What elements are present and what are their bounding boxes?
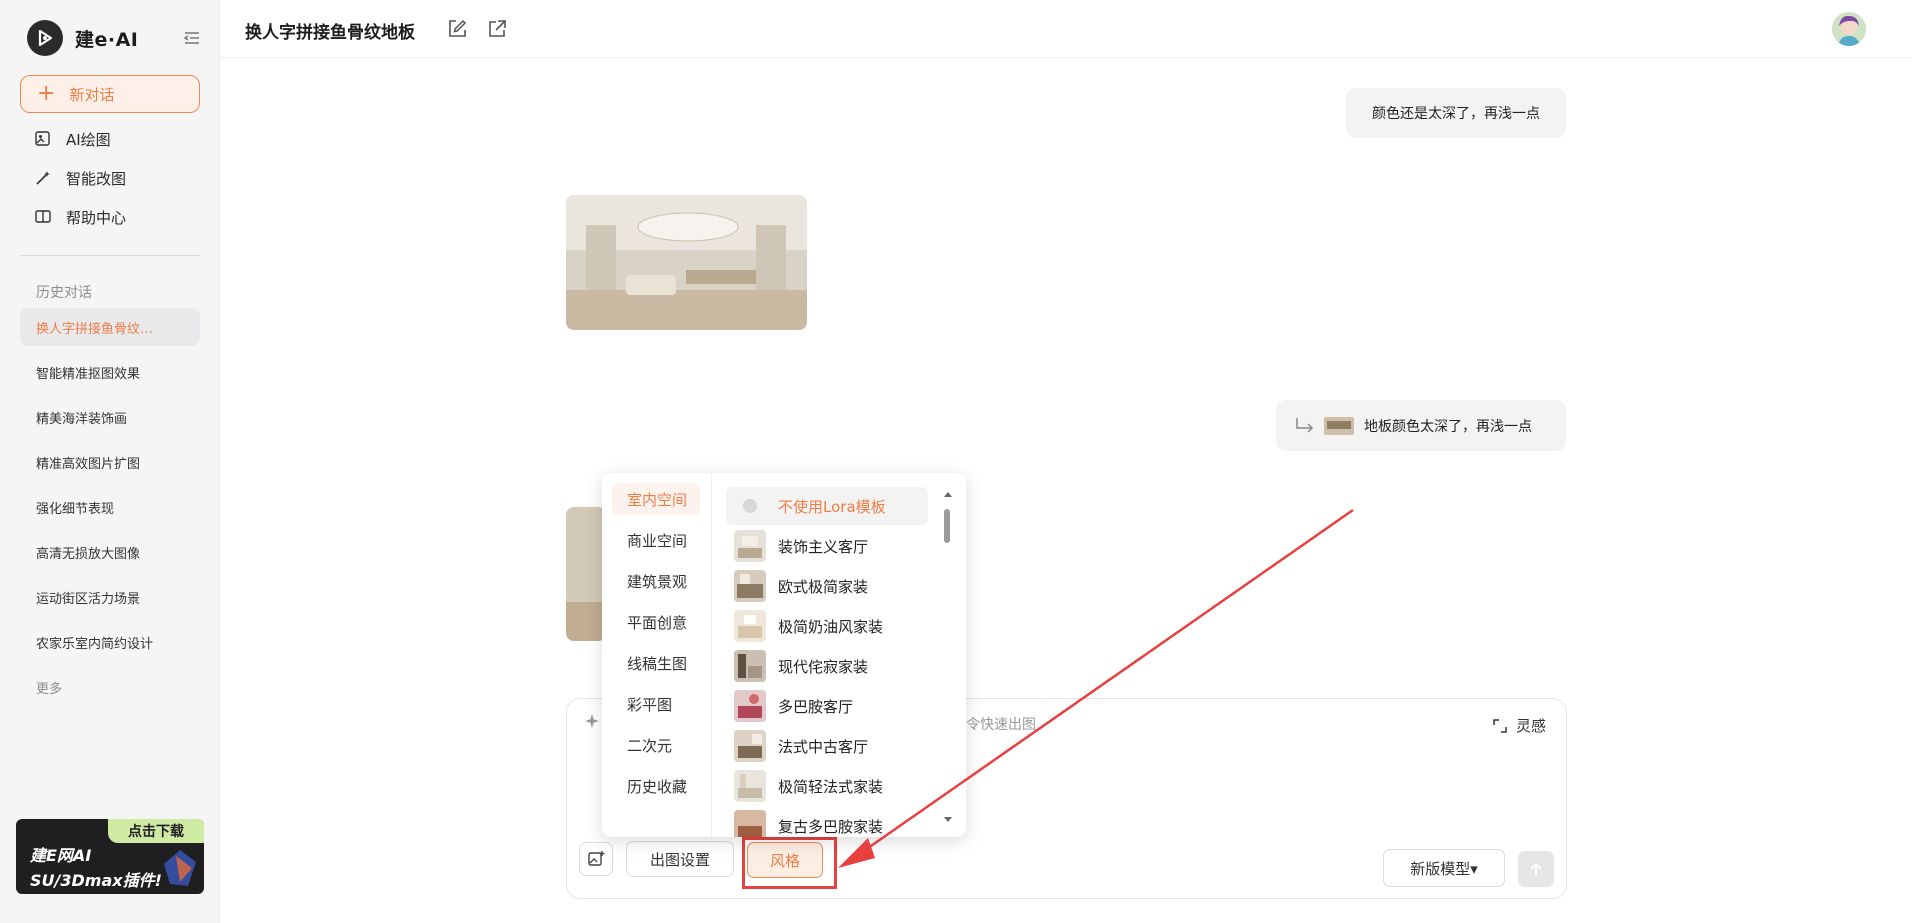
lora-option-none[interactable]: 不使用Lora模板 [726, 487, 928, 525]
nav-label: AI绘图 [66, 130, 111, 149]
lora-thumbnail [734, 810, 766, 837]
style-category-list: 室内空间 商业空间 建筑景观 平面创意 线稿生图 彩平图 二次元 历史收藏 [602, 473, 712, 837]
lora-thumbnail [734, 770, 766, 802]
nav-label: 帮助中心 [66, 208, 127, 227]
user-message-bubble: 颜色还是太深了，再浅一点 [1346, 88, 1566, 138]
lora-thumbnail [734, 730, 766, 762]
share-icon[interactable] [486, 18, 508, 40]
prompt-placeholder: 令快速出图 [966, 717, 1036, 733]
plugin-promo-banner[interactable]: 点击下载 建E网AI SU/3Dmax插件! [16, 819, 204, 894]
output-settings-button[interactable]: 出图设置 [626, 841, 734, 877]
promo-download-tag[interactable]: 点击下载 [108, 819, 204, 843]
nav-ai-image[interactable]: AI绘图 [34, 126, 111, 152]
lora-label: 极简轻法式家装 [778, 777, 884, 796]
new-chat-label: 新对话 [69, 85, 115, 104]
avatar-icon [1832, 12, 1866, 46]
plus-icon: + [37, 81, 56, 106]
history-more-link[interactable]: 更多 [36, 678, 62, 697]
generated-image[interactable] [566, 195, 807, 330]
style-category[interactable]: 历史收藏 [612, 770, 700, 802]
lora-option[interactable]: 现代侘寂家装 [726, 647, 928, 685]
lora-label: 装饰主义客厅 [778, 537, 869, 556]
lora-thumbnail [734, 570, 766, 602]
lora-thumbnail [734, 690, 766, 722]
reference-thumbnail[interactable] [1324, 416, 1354, 435]
style-category[interactable]: 彩平图 [612, 688, 700, 720]
lora-thumbnail [734, 610, 766, 642]
expand-icon [1493, 718, 1507, 733]
style-category[interactable]: 平面创意 [612, 606, 700, 638]
lora-label: 法式中古客厅 [778, 737, 869, 756]
user-message-with-ref: 地板颜色太深了，再浅一点 [1276, 400, 1566, 451]
nav-help-center[interactable]: 帮助中心 [34, 204, 126, 230]
lora-option[interactable]: 复古多巴胺家装 [726, 807, 928, 837]
lora-option[interactable]: 极简奶油风家装 [726, 607, 928, 645]
style-category[interactable]: 室内空间 [612, 483, 700, 515]
lora-label: 多巴胺客厅 [778, 697, 854, 716]
ai-image-icon [35, 131, 50, 146]
sidebar-divider [20, 255, 200, 256]
style-category[interactable]: 线稿生图 [612, 647, 700, 679]
nav-smart-edit[interactable]: 智能改图 [34, 165, 126, 191]
style-button[interactable]: 风格 [747, 842, 823, 878]
new-chat-button[interactable]: + 新对话 [20, 75, 200, 113]
style-category[interactable]: 商业空间 [612, 524, 700, 556]
sparkle-icon [585, 714, 599, 728]
history-item[interactable]: 强化细节表现 [20, 488, 200, 526]
brand-name: 建e·AI [75, 28, 139, 51]
lora-label: 欧式极简家装 [778, 577, 869, 596]
lora-label: 复古多巴胺家装 [778, 817, 884, 836]
lora-option[interactable]: 欧式极简家装 [726, 567, 928, 605]
history-item[interactable]: 农家乐室内简约设计 [20, 623, 200, 661]
user-message-text: 地板颜色太深了，再浅一点 [1364, 418, 1532, 435]
promo-line-2: SU/3Dmax插件! [30, 871, 162, 890]
history-item[interactable]: 高清无损放大图像 [20, 533, 200, 571]
style-category[interactable]: 建筑景观 [612, 565, 700, 597]
edit-icon[interactable] [446, 18, 468, 40]
lora-option[interactable]: 极简轻法式家装 [726, 767, 928, 805]
generated-image-partial[interactable] [566, 507, 606, 641]
brand-logo[interactable]: 建e·AI [27, 20, 202, 56]
history-item[interactable]: 运动街区活力场景 [20, 578, 200, 616]
inspiration-button[interactable]: 灵感 [1492, 715, 1546, 736]
nav-label: 智能改图 [66, 169, 127, 188]
collapse-sidebar-icon[interactable] [182, 28, 202, 48]
arrow-up-icon [1530, 862, 1542, 875]
lora-label: 不使用Lora模板 [778, 497, 886, 516]
lora-option[interactable]: 装饰主义客厅 [726, 527, 928, 565]
image-upload-icon [588, 851, 605, 866]
user-message-text: 颜色还是太深了，再浅一点 [1372, 106, 1540, 122]
lora-label: 现代侘寂家装 [778, 657, 869, 676]
style-category[interactable]: 二次元 [612, 729, 700, 761]
inspiration-label: 灵感 [1516, 717, 1547, 735]
lora-label: 极简奶油风家装 [778, 617, 884, 636]
history-title: 历史对话 [36, 285, 92, 301]
user-avatar[interactable] [1832, 12, 1866, 46]
chat-header: 换人字拼接鱼骨纹地板 [220, 0, 1912, 58]
interior-render-image [566, 507, 606, 641]
no-lora-icon [743, 499, 757, 513]
chat-title: 换人字拼接鱼骨纹地板 [245, 23, 415, 43]
lora-option[interactable]: 法式中古客厅 [726, 727, 928, 765]
history-item[interactable]: 精美海洋装饰画 [20, 398, 200, 436]
reply-arrow-icon [1296, 417, 1314, 433]
lora-scrollbar-thumb[interactable] [944, 509, 950, 543]
history-item[interactable]: 智能精准抠图效果 [20, 353, 200, 391]
promo-art-icon [164, 850, 196, 886]
lora-thumbnail [734, 530, 766, 562]
upload-image-button[interactable] [579, 842, 613, 876]
logo-icon [27, 20, 63, 56]
promo-line-1: 建E网AI [30, 846, 92, 865]
style-dropdown: 室内空间 商业空间 建筑景观 平面创意 线稿生图 彩平图 二次元 历史收藏 不使… [602, 473, 966, 837]
interior-render-image [566, 195, 807, 330]
model-select[interactable]: 新版模型▾ [1383, 849, 1505, 887]
history-item[interactable]: 精准高效图片扩图 [20, 443, 200, 481]
lora-thumbnail [734, 650, 766, 682]
history-item[interactable]: 换人字拼接鱼骨纹… [20, 308, 200, 346]
lora-option[interactable]: 多巴胺客厅 [726, 687, 928, 725]
send-button[interactable] [1518, 851, 1554, 887]
magic-wand-icon [36, 171, 50, 185]
book-icon [35, 210, 51, 223]
sidebar: 建e·AI + 新对话 AI绘图 智能改图 帮助中心 历史对话 换人字拼接鱼骨纹… [0, 0, 220, 923]
